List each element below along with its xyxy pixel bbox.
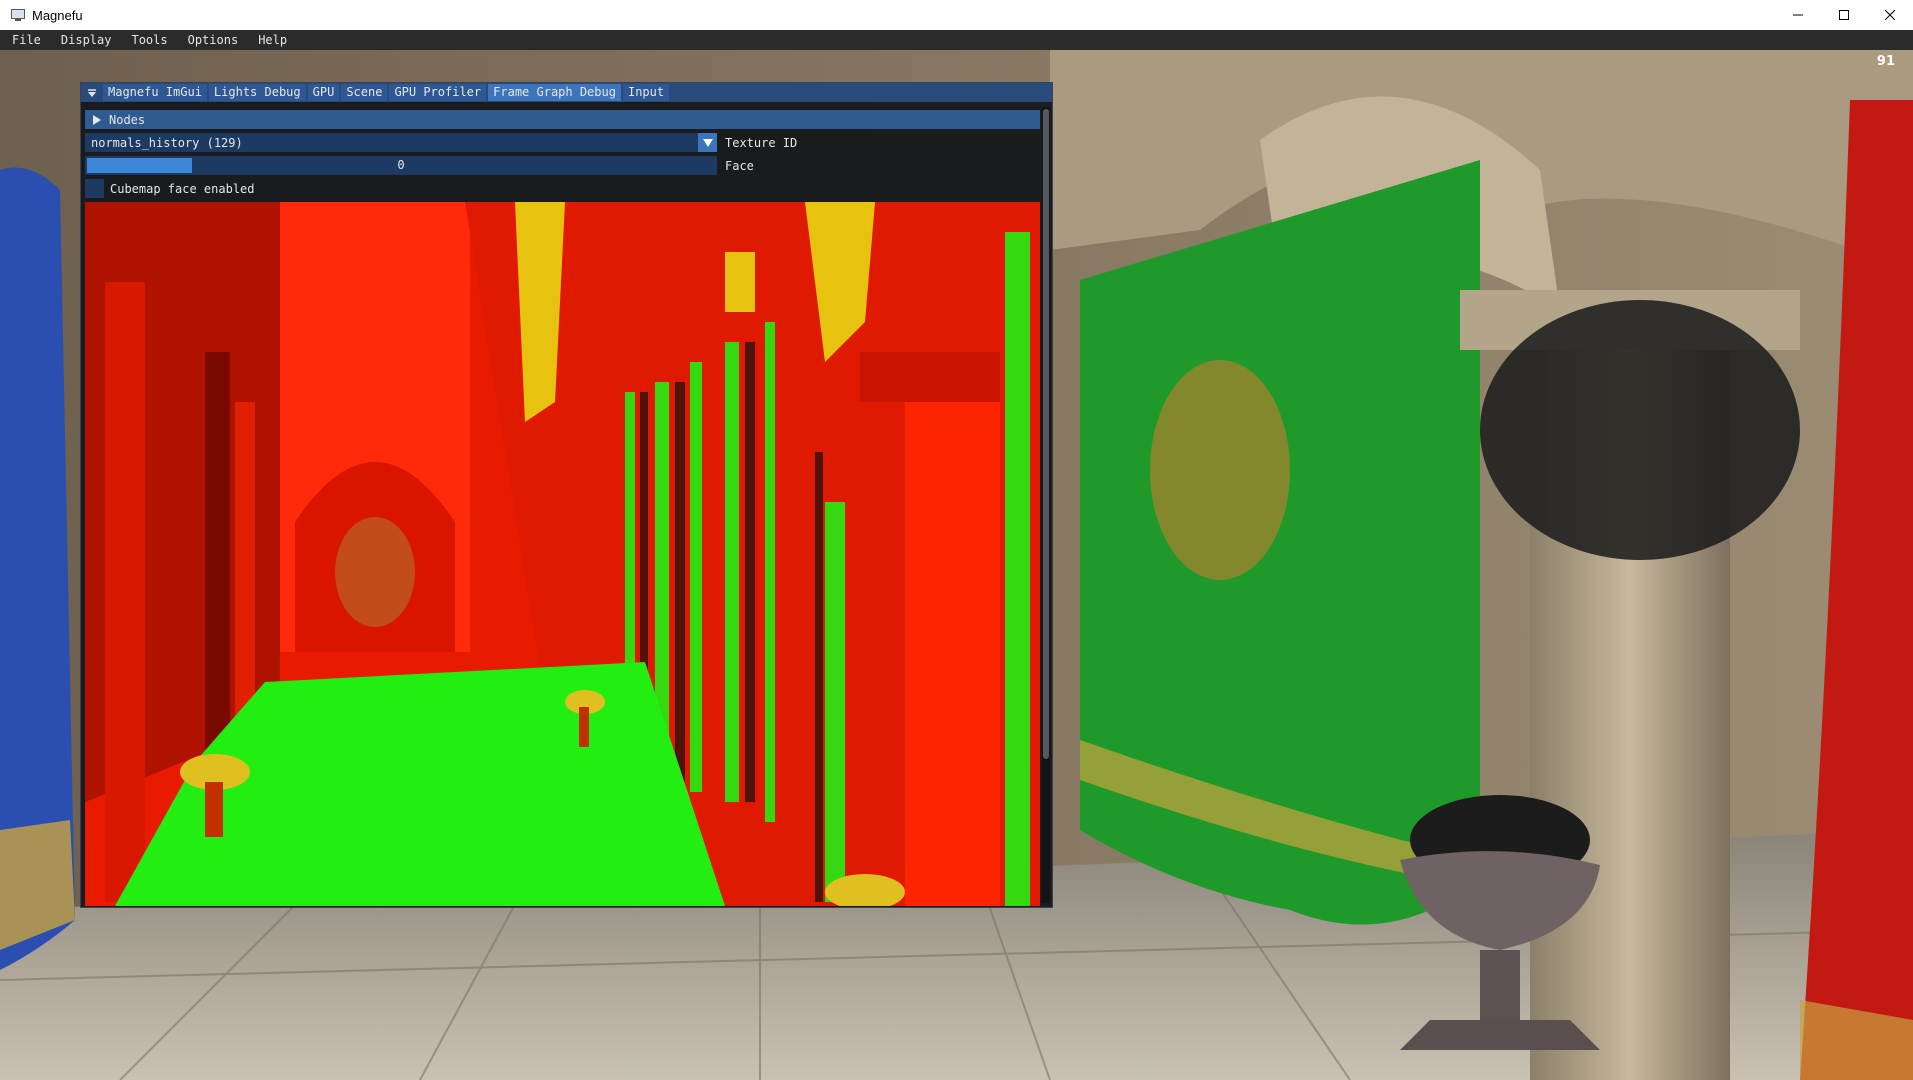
- fps-counter: 91: [1876, 54, 1895, 69]
- collapse-icon[interactable]: [87, 88, 99, 98]
- window-title: Magnefu: [32, 7, 83, 23]
- tab-gpu[interactable]: GPU: [307, 84, 340, 101]
- cubemap-checkbox-row: Cubemap face enabled: [85, 179, 255, 198]
- menu-help[interactable]: Help: [246, 33, 295, 47]
- menu-display[interactable]: Display: [49, 33, 120, 47]
- nodes-header[interactable]: Nodes: [85, 110, 1040, 129]
- face-label: Face: [725, 159, 754, 173]
- face-slider[interactable]: 0: [85, 156, 717, 175]
- normals-texture-image: [85, 202, 1040, 906]
- minimize-icon: [1793, 14, 1803, 16]
- scrollbar-thumb[interactable]: [1043, 109, 1049, 759]
- tab-gpu-profiler[interactable]: GPU Profiler: [389, 84, 487, 101]
- tab-lights-debug[interactable]: Lights Debug: [208, 84, 306, 101]
- cubemap-checkbox[interactable]: [85, 179, 104, 198]
- menu-bar: File Display Tools Options Help: [0, 30, 1913, 50]
- cubemap-checkbox-label: Cubemap face enabled: [110, 181, 255, 196]
- texture-combo-value: normals_history (129): [91, 135, 243, 150]
- tab-scene[interactable]: Scene: [341, 84, 388, 101]
- maximize-icon: [1839, 10, 1849, 20]
- menu-options[interactable]: Options: [176, 33, 247, 47]
- imgui-window[interactable]: Magnefu ImGui Lights Debug GPU Scene GPU…: [80, 82, 1053, 908]
- expand-arrow-icon: [93, 114, 101, 125]
- tab-input[interactable]: Input: [622, 84, 670, 101]
- window-title-bar: Magnefu: [0, 0, 1913, 31]
- close-button[interactable]: [1867, 0, 1913, 30]
- texture-id-combo[interactable]: normals_history (129): [85, 133, 717, 152]
- tab-frame-graph-debug[interactable]: Frame Graph Debug: [488, 84, 621, 101]
- imgui-tab-bar: Magnefu ImGui Lights Debug GPU Scene GPU…: [81, 83, 1052, 102]
- monitor-icon: [10, 7, 26, 23]
- chevron-down-icon[interactable]: [698, 133, 717, 152]
- menu-file[interactable]: File: [0, 33, 49, 47]
- maximize-button[interactable]: [1821, 0, 1867, 30]
- face-slider-value: 0: [397, 158, 405, 172]
- menu-tools[interactable]: Tools: [119, 33, 175, 47]
- imgui-scrollbar[interactable]: [1042, 107, 1050, 903]
- tab-magnefu-imgui[interactable]: Magnefu ImGui: [103, 84, 207, 101]
- minimize-button[interactable]: [1775, 0, 1821, 30]
- texture-id-label: Texture ID: [725, 136, 798, 150]
- nodes-header-label: Nodes: [109, 112, 146, 127]
- texture-preview: [85, 202, 1040, 906]
- close-icon: [1885, 10, 1895, 20]
